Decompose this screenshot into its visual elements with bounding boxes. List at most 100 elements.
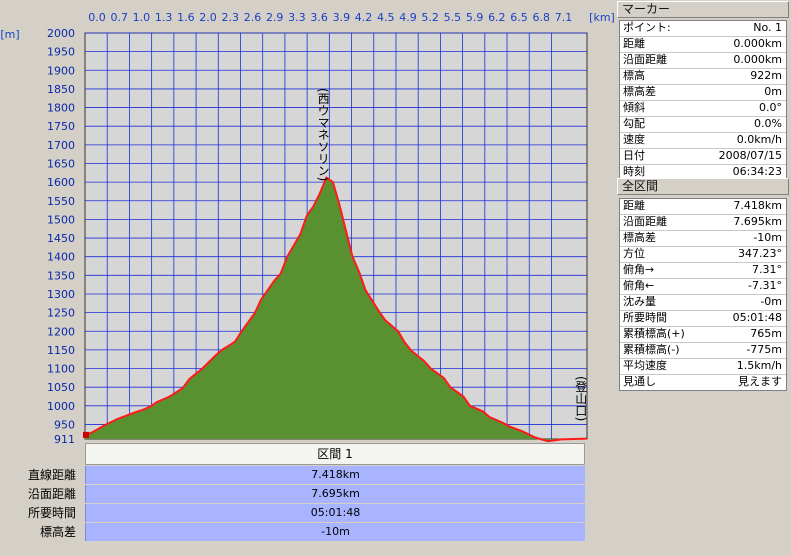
data-point xyxy=(397,330,399,333)
panel-row-key: 距離 xyxy=(623,199,645,212)
panel-row-key: ポイント: xyxy=(623,21,671,34)
waypoint-annotation: (登山口) xyxy=(574,376,588,421)
panel-row-value: 922m xyxy=(750,69,782,82)
panel-row-value: 7.418km xyxy=(733,199,782,212)
panel-row: 速度 0.0km/h xyxy=(620,133,786,149)
x-tick-label: 3.3 xyxy=(288,11,306,24)
y-tick-label: 1100 xyxy=(47,363,75,376)
data-point xyxy=(469,405,471,407)
panel-row: 平均速度 1.5km/h xyxy=(620,359,786,375)
data-point xyxy=(449,386,452,388)
y-tick-label: 1300 xyxy=(47,288,75,301)
summary-row-elevation-diff: 標高差 -10m xyxy=(0,523,600,541)
x-tick-label: 3.6 xyxy=(310,11,328,24)
marker-table: ポイント: No. 1 距離 0.000km 沿面距離 0.000km 標高 922m 標高差 0… xyxy=(619,20,787,181)
data-point xyxy=(377,309,380,312)
summary-value: 05:01:48 xyxy=(85,504,585,522)
panel-row-value: -775m xyxy=(746,343,782,356)
y-tick-label: 1850 xyxy=(47,83,75,96)
section-label[interactable]: 区間 1 xyxy=(85,443,585,465)
panel-row: 累積標高(-) -775m xyxy=(620,343,786,359)
summary-value: 7.418km xyxy=(85,466,585,484)
panel-row: 見通し 見えます xyxy=(620,375,786,390)
y-tick-label: 1700 xyxy=(47,139,75,152)
x-tick-label: 7.1 xyxy=(555,11,573,24)
x-tick-label: 1.0 xyxy=(133,11,151,24)
y-tick-label: 1950 xyxy=(47,46,75,59)
data-point xyxy=(560,438,563,441)
panel-row-key: 標高差 xyxy=(623,231,656,244)
y-tick-label: 1900 xyxy=(47,64,75,77)
panel-row-value: 0.0% xyxy=(754,117,782,130)
panel-row: 方位 347.23° xyxy=(620,247,786,263)
panel-row-key: 平均速度 xyxy=(623,359,667,372)
panel-row: 所要時間 05:01:48 xyxy=(620,311,786,327)
panel-row-value: 0.000km xyxy=(733,37,782,50)
data-point xyxy=(586,437,588,440)
panel-row-value: 06:34:23 xyxy=(732,165,782,178)
y-tick-label: 1000 xyxy=(47,400,75,413)
x-tick-label: 2.6 xyxy=(244,11,262,24)
panel-row-value: 0.000km xyxy=(733,53,782,66)
panel-row-value: 05:01:48 xyxy=(732,311,782,324)
summary-row-surface-distance: 沿面距離 7.695km xyxy=(0,485,600,503)
panel-row-key: 標高 xyxy=(623,69,645,82)
x-tick-label: 5.9 xyxy=(466,11,484,24)
panel-row-key: 累積標高(+) xyxy=(623,327,685,340)
x-tick-label: 5.5 xyxy=(444,11,462,24)
x-tick-label: 5.2 xyxy=(421,11,439,24)
summary-label: 沿面距離 xyxy=(27,487,76,501)
summary-value: -10m xyxy=(85,523,585,541)
start-marker xyxy=(83,431,89,438)
panel-row: 日付 2008/07/15 xyxy=(620,149,786,165)
panel-row: 俯角← -7.31° xyxy=(620,279,786,295)
y-tick-label: 1600 xyxy=(47,176,75,189)
panel-row-key: 傾斜 xyxy=(623,101,645,114)
panel-row: ポイント: No. 1 xyxy=(620,21,786,37)
x-tick-label: 6.5 xyxy=(510,11,528,24)
data-point xyxy=(319,192,321,195)
x-tick-label: 0.0 xyxy=(88,11,106,24)
x-tick-label: 0.7 xyxy=(110,11,128,24)
panel-row-key: 沿面距離 xyxy=(623,215,667,228)
y-tick-label: 1450 xyxy=(47,232,75,245)
x-tick-label: 4.2 xyxy=(355,11,373,24)
data-point xyxy=(488,416,491,418)
panel-row-value: 7.31° xyxy=(752,263,782,276)
all-section-table: 距離 7.418km 沿面距離 7.695km 標高差 -10m 方位 347.23° 俯角→ 7… xyxy=(619,198,787,391)
x-tick-label: 1.3 xyxy=(155,11,173,24)
summary-row-distance: 直線距離 7.418km xyxy=(0,466,600,484)
panel-row: 累積標高(+) 765m xyxy=(620,327,786,343)
panel-row-value: 765m xyxy=(750,327,782,340)
x-tick-label: 2.0 xyxy=(199,11,217,24)
summary-label: 直線距離 xyxy=(27,468,76,482)
panel-row-key: 見通し xyxy=(623,375,656,388)
y-tick-label: 1200 xyxy=(47,325,75,338)
panel-row: 傾斜 0.0° xyxy=(620,101,786,117)
data-point xyxy=(306,214,308,217)
panel-row-value: -10m xyxy=(753,231,782,244)
x-tick-label: 3.9 xyxy=(333,11,351,24)
data-point xyxy=(429,367,432,370)
data-point xyxy=(169,395,171,398)
x-tick-label: 2.3 xyxy=(222,11,240,24)
summary-label: 所要時間 xyxy=(27,506,76,520)
panel-row-key: 俯角← xyxy=(623,279,655,292)
chart-svg: 911 950 1000 1050 1100 1150 1200 1250 1300 1350 14… xyxy=(0,11,614,445)
panel-row-key: 距離 xyxy=(623,37,645,50)
data-point xyxy=(129,413,132,415)
panel-row-value: 347.23° xyxy=(738,247,782,260)
marker-panel-title: マーカー xyxy=(617,1,789,18)
y-tick-label: 2000 xyxy=(47,27,75,40)
y-tick-label: 1250 xyxy=(47,307,75,320)
data-point xyxy=(508,425,510,428)
x-tick-label: 4.9 xyxy=(399,11,417,24)
panel-row-key: 速度 xyxy=(623,133,645,146)
waypoint-annotation: (西ウマネソリン) xyxy=(316,88,330,181)
data-point xyxy=(332,181,334,183)
info-panel: マーカー ポイント: No. 1 距離 0.000km 沿面距離 0.000km 標高 922… xyxy=(615,0,791,556)
data-point xyxy=(534,436,536,439)
data-point xyxy=(149,405,152,408)
panel-row: 距離 7.418km xyxy=(620,199,786,215)
data-point xyxy=(234,340,236,343)
